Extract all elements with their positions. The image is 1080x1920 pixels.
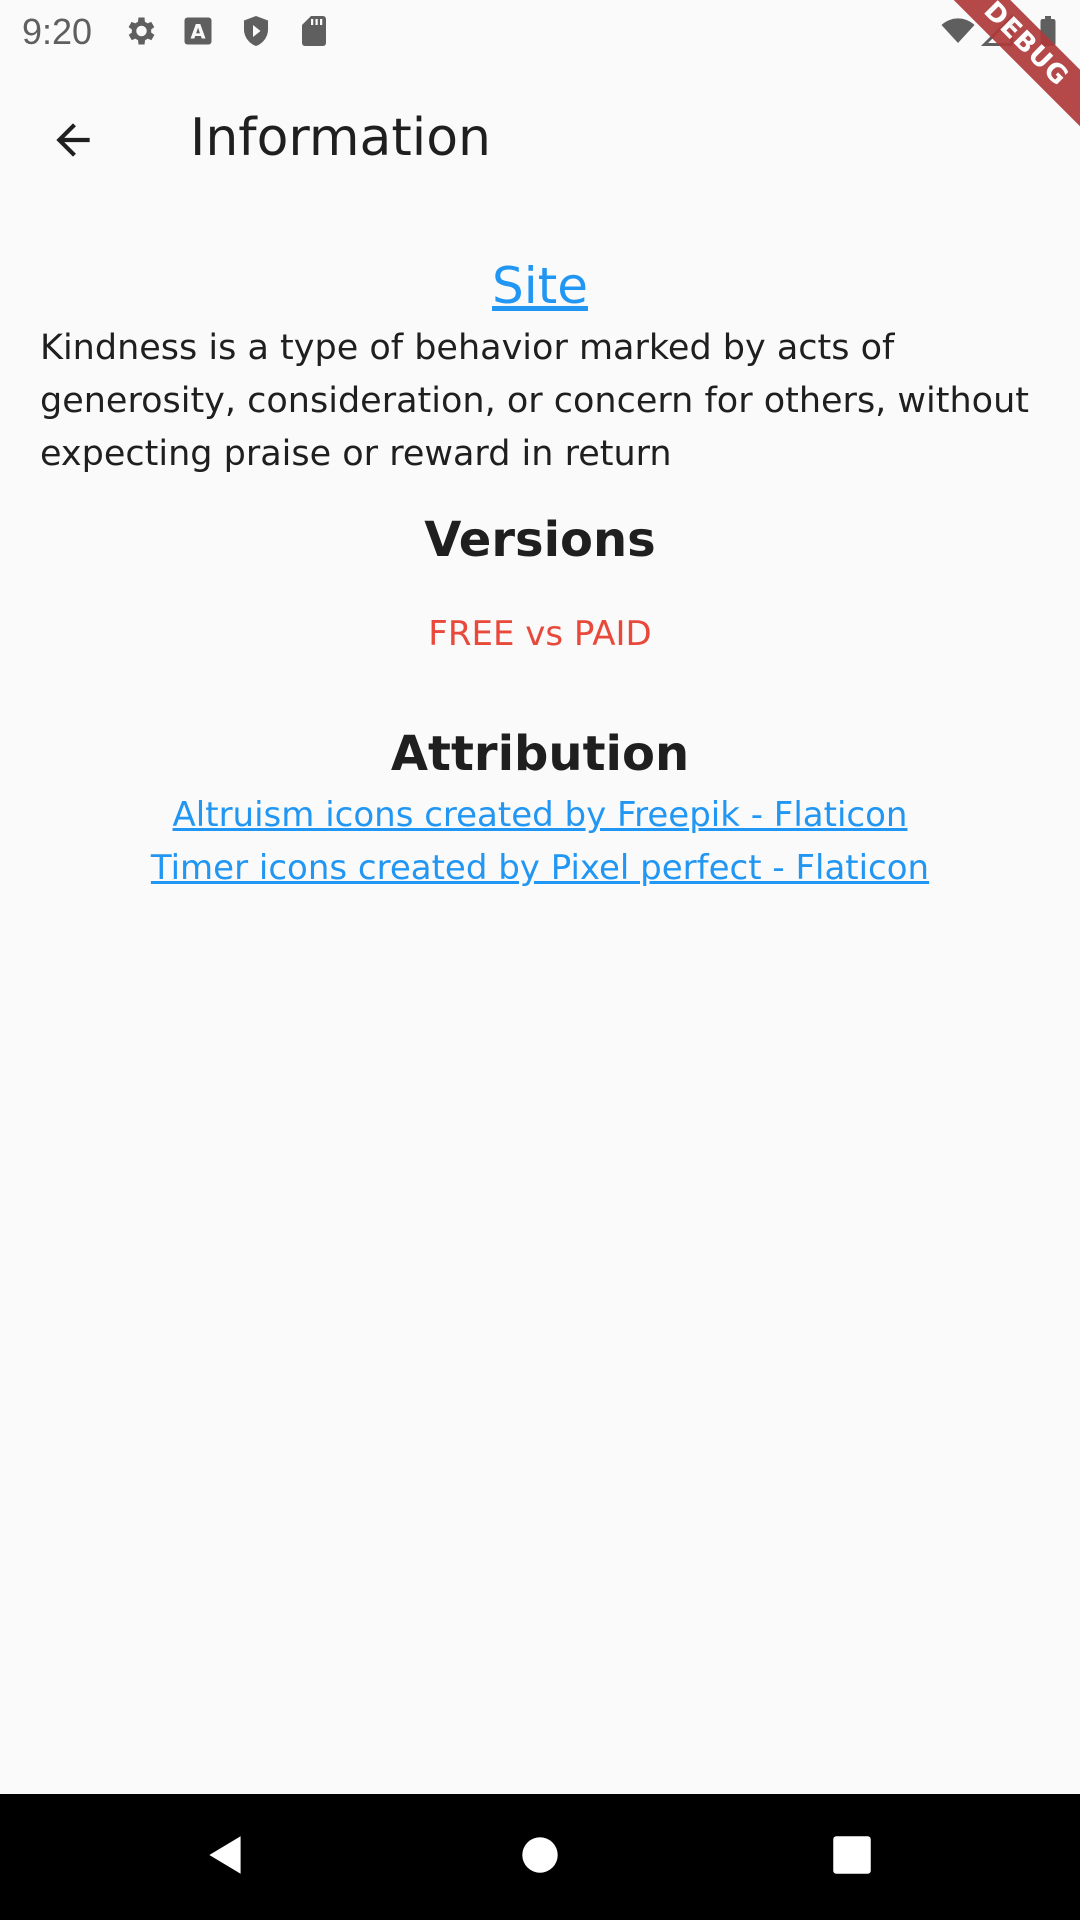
nav-back-button[interactable] [196, 1827, 256, 1887]
versions-heading: Versions [424, 512, 656, 568]
status-bar: 9:20 A [0, 0, 1080, 63]
home-circle-icon [515, 1830, 565, 1884]
arrow-back-icon [48, 115, 98, 169]
recents-square-icon [827, 1830, 877, 1884]
back-triangle-icon [201, 1830, 251, 1884]
nav-home-button[interactable] [510, 1827, 570, 1887]
site-link[interactable]: Site [40, 250, 1040, 322]
sd-card-icon [296, 13, 332, 49]
back-button[interactable] [36, 105, 110, 179]
system-nav-bar [0, 1794, 1080, 1920]
app-bar: Information [0, 63, 1080, 210]
status-time: 9:20 [22, 11, 93, 52]
wifi-icon [940, 13, 976, 49]
shield-play-icon [238, 13, 274, 49]
gear-icon [122, 13, 158, 49]
a-icon: A [180, 13, 216, 49]
free-vs-paid-link[interactable]: FREE vs PAID [40, 609, 1040, 659]
nav-recents-button[interactable] [822, 1827, 882, 1887]
attribution-link-timer[interactable]: Timer icons created by Pixel perfect - F… [40, 842, 1040, 895]
information-content: Site Kindness is a type of behavior mark… [40, 250, 1040, 895]
attribution-heading: Attribution [390, 726, 690, 782]
svg-text:A: A [190, 21, 205, 44]
page-title: Information [190, 108, 492, 168]
attribution-link-altruism[interactable]: Altruism icons created by Freepik - Flat… [40, 789, 1040, 842]
description-text: Kindness is a type of behavior marked by… [40, 328, 1030, 474]
